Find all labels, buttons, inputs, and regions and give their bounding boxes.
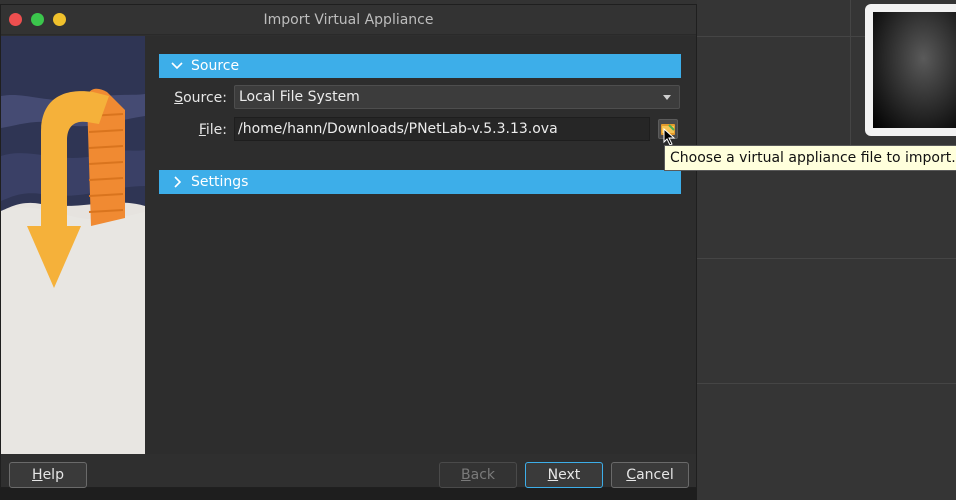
browse-tooltip: Choose a virtual appliance file to impor… — [664, 145, 956, 171]
chevron-down-icon — [171, 62, 183, 70]
back-button[interactable]: Back — [439, 462, 517, 488]
wizard-illustration — [1, 36, 145, 454]
next-button[interactable]: Next — [525, 462, 603, 488]
import-appliance-dialog: Import Virtual Appliance Source Source: … — [0, 4, 697, 488]
chevron-right-icon — [174, 176, 182, 188]
title-bar[interactable]: Import Virtual Appliance — [1, 5, 696, 35]
source-label: Source: — [174, 90, 227, 106]
background-divider — [697, 383, 956, 384]
source-dropdown-value: Local File System — [239, 89, 360, 105]
cancel-button[interactable]: Cancel — [611, 462, 689, 488]
section-title: Settings — [191, 174, 249, 190]
wizard-content: Source Source: Local File System File: /… — [145, 36, 696, 454]
background-strip — [0, 488, 697, 500]
window-title: Import Virtual Appliance — [263, 12, 434, 28]
background-divider — [697, 258, 956, 259]
background-divider-vertical — [850, 0, 851, 150]
dropdown-arrow-icon — [663, 95, 671, 100]
import-arrow-illustration — [1, 36, 145, 454]
section-title: Source — [191, 58, 240, 74]
source-dropdown[interactable]: Local File System — [234, 85, 680, 109]
vm-preview-thumbnail — [865, 4, 956, 136]
file-label: File: — [198, 122, 227, 138]
section-header-settings[interactable]: Settings — [159, 170, 681, 194]
help-button[interactable]: Help — [9, 462, 87, 488]
file-path-input[interactable]: /home/hann/Downloads/PNetLab-v.5.3.13.ov… — [234, 117, 650, 141]
mouse-pointer-icon — [663, 128, 676, 146]
section-header-source[interactable]: Source — [159, 54, 681, 78]
